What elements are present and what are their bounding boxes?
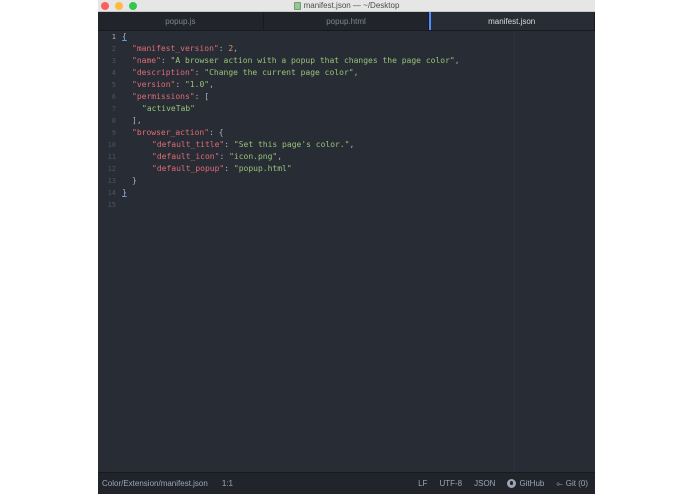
json-value: "1.0"	[185, 80, 210, 89]
json-brace: {	[218, 128, 224, 137]
window-title: manifest.json — ~/Desktop	[303, 1, 400, 10]
json-value: "Set this page's color."	[233, 140, 350, 149]
line-number: 6	[111, 93, 116, 101]
editor-window: manifest.json — ~/Desktop popup.js popup…	[98, 0, 595, 494]
line-number: 1	[111, 33, 116, 41]
line-number: 9	[111, 129, 116, 137]
tab-manifest-json[interactable]: manifest.json	[429, 12, 595, 30]
code-line-4: "description": "Change the current page …	[132, 68, 359, 77]
code-line-6: "permissions": [	[132, 92, 210, 101]
window-title-wrap: manifest.json — ~/Desktop	[98, 0, 595, 11]
tab-popup-js[interactable]: popup.js	[98, 12, 264, 30]
status-grammar[interactable]: JSON	[474, 479, 495, 488]
code-line-12: "default_popup": "popup.html"	[152, 164, 292, 173]
code-line-13: }	[122, 175, 595, 187]
json-key: "name"	[132, 56, 161, 65]
line-number: 14	[107, 189, 116, 197]
status-git[interactable]: ⟜ Git (0)	[556, 479, 588, 489]
json-value: "A browser action with a popup that chan…	[170, 56, 455, 65]
code-editor[interactable]: 1 2 3 4 5 6 7 8 9 10 11 12 13 14 15 { "m…	[98, 31, 595, 473]
json-value: "icon.png"	[229, 152, 278, 161]
line-number-gutter: 1 2 3 4 5 6 7 8 9 10 11 12 13 14 15	[98, 31, 116, 473]
code-line-11: "default_icon": "icon.png",	[152, 152, 283, 161]
json-key: "default_icon"	[152, 152, 220, 161]
line-number: 10	[107, 141, 116, 149]
status-line-ending[interactable]: LF	[418, 479, 427, 488]
tab-popup-html[interactable]: popup.html	[264, 12, 430, 30]
line-number: 2	[111, 45, 116, 53]
line-number: 15	[107, 201, 116, 209]
status-file-path[interactable]: Color/Extension/manifest.json	[102, 479, 208, 488]
line-number: 12	[107, 165, 116, 173]
json-key: "browser_action"	[132, 128, 210, 137]
tab-bar: popup.js popup.html manifest.json	[98, 12, 595, 31]
code-line-5: "version": "1.0",	[132, 80, 214, 89]
json-bracket: ],	[132, 116, 142, 125]
json-key: "version"	[132, 80, 176, 89]
close-brace: }	[122, 188, 127, 197]
status-cursor-position[interactable]: 1:1	[222, 479, 233, 488]
json-key: "description"	[132, 68, 195, 77]
git-commit-icon: ⟜	[556, 478, 563, 488]
code-line-14: }	[122, 187, 595, 199]
code-line-3: "name": "A browser action with a popup t…	[132, 56, 460, 65]
json-key: "manifest_version"	[132, 44, 219, 53]
line-number: 4	[111, 69, 116, 77]
line-number: 13	[107, 177, 116, 185]
code-line-10: "default_title": "Set this page's color.…	[152, 140, 355, 149]
open-brace: {	[122, 32, 127, 41]
line-number: 3	[111, 57, 116, 65]
line-number: 8	[111, 117, 116, 125]
json-bracket: [	[204, 92, 210, 101]
json-value: "Change the current page color"	[204, 68, 354, 77]
line-number: 11	[107, 153, 116, 161]
json-file-icon	[293, 1, 301, 10]
json-value: "activeTab"	[142, 104, 195, 113]
status-github[interactable]: GitHub	[507, 479, 544, 488]
line-number: 7	[111, 105, 116, 113]
json-value: "popup.html"	[233, 164, 292, 173]
status-github-label: GitHub	[519, 479, 545, 488]
line-number: 5	[111, 81, 116, 89]
code-lines: { "manifest_version": 2, "name": "A brow…	[122, 31, 595, 211]
code-line-7: "activeTab"	[122, 103, 595, 115]
json-key: "default_popup"	[152, 164, 225, 173]
status-encoding[interactable]: UTF-8	[439, 479, 462, 488]
json-brace: }	[132, 176, 137, 185]
json-key: "default_title"	[152, 140, 225, 149]
status-git-label: Git (0)	[565, 479, 588, 488]
code-line-1: {	[122, 31, 595, 43]
title-bar: manifest.json — ~/Desktop	[98, 0, 595, 12]
github-icon	[507, 479, 517, 488]
json-key: "permissions"	[132, 92, 195, 101]
code-line-2: "manifest_version": 2,	[132, 44, 238, 53]
code-line-9: "browser_action": {	[132, 128, 224, 137]
code-line-8: ],	[122, 115, 595, 127]
status-bar: Color/Extension/manifest.json 1:1 LF UTF…	[98, 472, 595, 494]
